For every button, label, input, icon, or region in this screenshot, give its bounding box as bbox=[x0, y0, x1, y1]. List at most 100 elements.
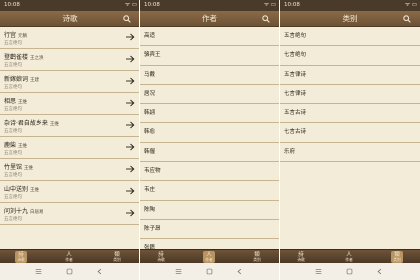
page-title: 作者 bbox=[202, 14, 217, 23]
list-item[interactable]: 登鹳雀楼 王之涣 五言绝句 bbox=[0, 49, 140, 71]
search-icon[interactable] bbox=[262, 15, 270, 23]
tab-bar: 詩 诗歌 人 作者 類 类别 bbox=[280, 249, 420, 263]
system-nav-bar bbox=[280, 263, 420, 280]
category-item[interactable]: 五言古诗 bbox=[280, 104, 420, 124]
category-item[interactable]: 乐府 bbox=[280, 143, 420, 163]
status-icons: ᯤ ▭ bbox=[264, 2, 276, 8]
poem-list: 行宫 元稹 五言绝句 登鹳雀楼 王之涣 五言绝句 新嫁娘词 王建 五言绝句 相思 王维 五言绝句 杂诗·… bbox=[0, 27, 140, 225]
list-item[interactable]: 相思 王维 五言绝句 bbox=[0, 93, 140, 115]
page-title: 类别 bbox=[342, 14, 358, 23]
app-header: 作者 bbox=[140, 11, 279, 27]
arrow-right-icon[interactable] bbox=[125, 54, 135, 64]
arrow-right-icon[interactable] bbox=[125, 120, 135, 130]
tab-label: 诗歌 bbox=[157, 257, 165, 262]
tab-label: 类别 bbox=[253, 257, 261, 262]
arrow-right-icon[interactable] bbox=[125, 98, 135, 108]
author-item[interactable]: 韩翃 bbox=[140, 104, 279, 124]
author-item[interactable]: 骆宾王 bbox=[140, 46, 279, 66]
tab-authors[interactable]: 人 作者 bbox=[203, 251, 215, 263]
list-item[interactable]: 问刘十九 白居易 五言绝句 bbox=[0, 203, 140, 225]
home-icon[interactable] bbox=[206, 268, 213, 275]
tab-authors[interactable]: 人 作者 bbox=[343, 251, 355, 263]
author-item[interactable]: 陈子昂 bbox=[140, 220, 279, 240]
tab-label: 类别 bbox=[113, 257, 121, 262]
category-list: 五言绝句 七言绝句 五言律诗 七言律诗 五言古诗 七言古诗 乐府 bbox=[280, 27, 420, 163]
arrow-right-icon[interactable] bbox=[125, 186, 135, 196]
poems-screen: 10:08 ᯤ ▭ 诗歌 行宫 元稹 五言绝句 登鹳雀楼 王之涣 五言绝句 新嫁娘词 王建 五言… bbox=[0, 0, 140, 280]
poem-form: 五言绝句 bbox=[4, 41, 22, 46]
search-icon[interactable] bbox=[123, 15, 131, 23]
author-item[interactable]: 韦应物 bbox=[140, 162, 279, 182]
tab-poems[interactable]: 詩 诗歌 bbox=[295, 251, 307, 263]
tab-authors[interactable]: 人 作者 bbox=[63, 251, 75, 263]
arrow-right-icon[interactable] bbox=[125, 208, 135, 218]
tab-poems[interactable]: 詩 诗歌 bbox=[155, 251, 167, 263]
tab-label: 诗歌 bbox=[297, 257, 305, 262]
author-item[interactable]: 韩愈 bbox=[140, 123, 279, 143]
tab-categories[interactable]: 類 类别 bbox=[111, 251, 123, 263]
poem-title: 登鹳雀楼 王之涣 bbox=[4, 54, 44, 61]
poem-form: 五言绝句 bbox=[4, 63, 22, 68]
poem-title: 新嫁娘词 王建 bbox=[4, 76, 40, 83]
poem-author: 王维 bbox=[18, 100, 28, 105]
poem-form: 五言绝句 bbox=[4, 195, 22, 200]
author-item[interactable]: 高适 bbox=[140, 27, 279, 47]
tab-label: 诗歌 bbox=[17, 257, 25, 262]
category-item[interactable]: 七言绝句 bbox=[280, 46, 420, 66]
poem-author: 王维 bbox=[30, 188, 40, 193]
search-icon[interactable] bbox=[403, 15, 411, 23]
status-time: 10:08 bbox=[144, 2, 160, 8]
poem-author: 王维 bbox=[24, 166, 34, 171]
categories-screen: 10:08 ᯤ ▭ 类别 五言绝句 七言绝句 五言律诗 七言律诗 五言古诗 七言古诗 乐府 … bbox=[280, 0, 420, 280]
category-item[interactable]: 五言绝句 bbox=[280, 27, 420, 47]
back-icon[interactable] bbox=[236, 268, 243, 275]
arrow-right-icon[interactable] bbox=[125, 164, 135, 174]
app-header: 类别 bbox=[280, 11, 420, 27]
status-bar: 10:08 ᯤ ▭ bbox=[140, 0, 279, 11]
list-item[interactable]: 鹿柴 王维 五言绝句 bbox=[0, 137, 140, 159]
author-item[interactable]: 居况 bbox=[140, 85, 279, 105]
author-item[interactable]: 韦庄 bbox=[140, 181, 279, 201]
tab-categories[interactable]: 類 类别 bbox=[391, 251, 403, 263]
tab-categories[interactable]: 類 类别 bbox=[251, 251, 263, 263]
poem-author: 王建 bbox=[30, 78, 40, 83]
poem-title: 行宫 元稹 bbox=[4, 32, 28, 39]
menu-icon[interactable] bbox=[35, 268, 42, 275]
category-item[interactable]: 七言律诗 bbox=[280, 85, 420, 105]
home-icon[interactable] bbox=[346, 268, 353, 275]
home-icon[interactable] bbox=[66, 268, 73, 275]
poem-form: 五言绝句 bbox=[4, 151, 22, 156]
authors-screen: 10:08 ᯤ ▭ 作者 高适骆宾王马戴居况韩翃韩愈韩偓韦应物韦庄陈陶陈子昂张籍… bbox=[140, 0, 279, 280]
poem-title: 杂诗·君自故乡来 王维 bbox=[4, 120, 59, 127]
menu-icon[interactable] bbox=[315, 268, 322, 275]
arrow-right-icon[interactable] bbox=[125, 142, 135, 152]
system-nav-bar bbox=[140, 263, 279, 280]
category-item[interactable]: 五言律诗 bbox=[280, 66, 420, 85]
poem-title: 竹里馆 王维 bbox=[4, 164, 34, 171]
tab-label: 类别 bbox=[393, 257, 401, 262]
tab-poems[interactable]: 詩 诗歌 bbox=[15, 251, 27, 263]
arrow-right-icon[interactable] bbox=[125, 76, 135, 86]
status-icons: ᯤ ▭ bbox=[125, 2, 137, 8]
poem-form: 五言绝句 bbox=[4, 85, 22, 90]
arrow-right-icon[interactable] bbox=[125, 32, 135, 42]
poem-author: 白居易 bbox=[30, 210, 44, 215]
author-item[interactable]: 马戴 bbox=[140, 66, 279, 85]
back-icon[interactable] bbox=[376, 268, 383, 275]
list-item[interactable]: 行宫 元稹 五言绝句 bbox=[0, 27, 140, 49]
author-list: 高适骆宾王马戴居况韩翃韩愈韩偓韦应物韦庄陈陶陈子昂张籍金昌绪 bbox=[140, 27, 279, 278]
poem-form: 五言绝句 bbox=[4, 217, 22, 222]
list-item[interactable]: 新嫁娘词 王建 五言绝句 bbox=[0, 71, 140, 93]
menu-icon[interactable] bbox=[175, 268, 182, 275]
back-icon[interactable] bbox=[96, 268, 103, 275]
poem-title: 问刘十九 白居易 bbox=[4, 208, 44, 215]
app-header: 诗歌 bbox=[0, 11, 140, 27]
author-item[interactable]: 陈陶 bbox=[140, 201, 279, 220]
list-item[interactable]: 竹里馆 王维 五言绝句 bbox=[0, 159, 140, 181]
list-item[interactable]: 杂诗·君自故乡来 王维 五言绝句 bbox=[0, 115, 140, 137]
status-bar: 10:08 ᯤ ▭ bbox=[280, 0, 420, 11]
author-item[interactable]: 韩偓 bbox=[140, 143, 279, 163]
page-title: 诗歌 bbox=[62, 14, 78, 23]
category-item[interactable]: 七言古诗 bbox=[280, 123, 420, 143]
list-item[interactable]: 山中送别 王维 五言绝句 bbox=[0, 181, 140, 203]
